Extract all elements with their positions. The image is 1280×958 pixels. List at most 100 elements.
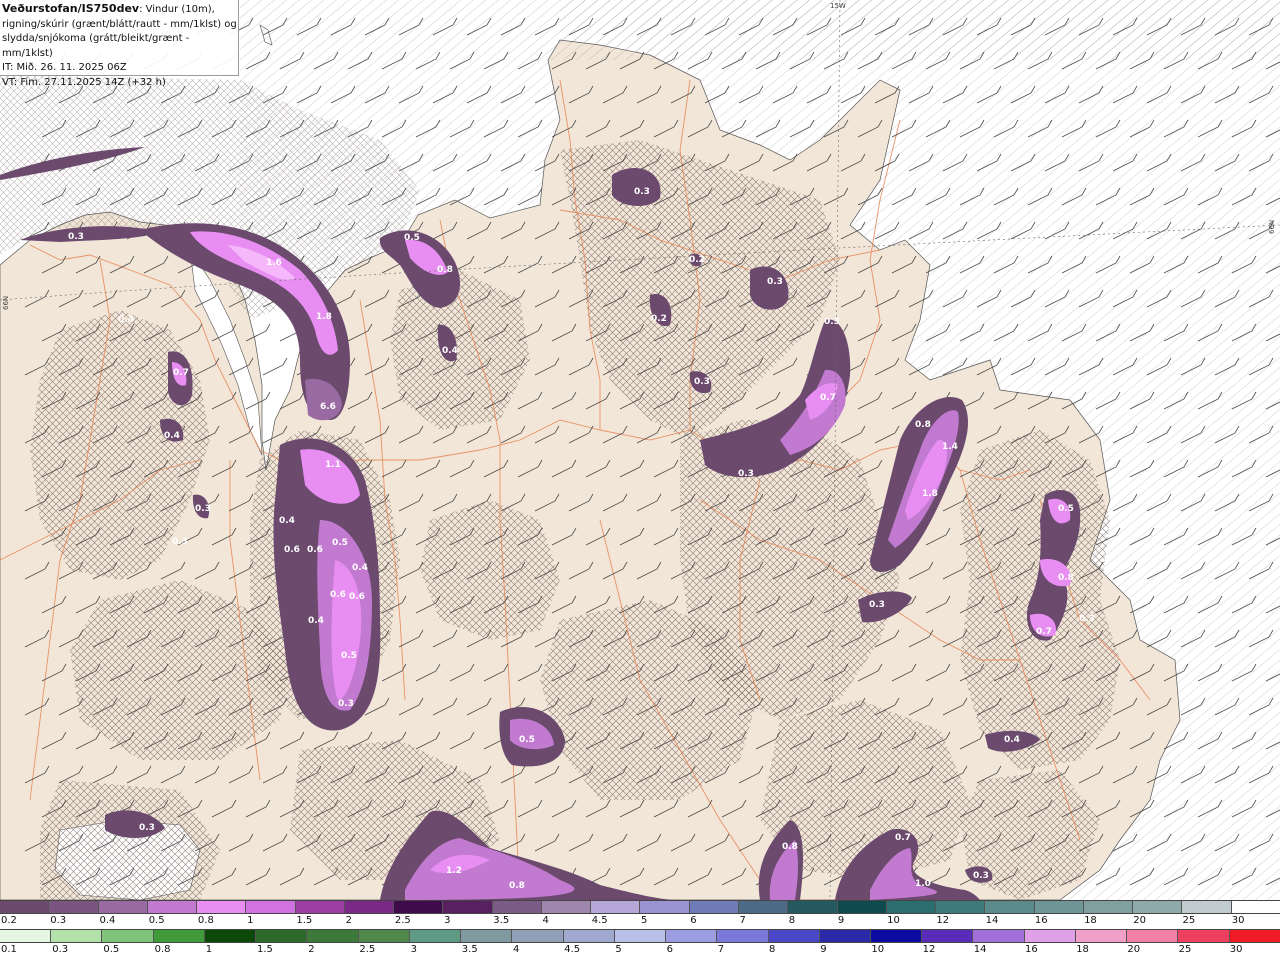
legend-swatch [640,901,690,913]
legend-swatch [344,901,395,913]
info-line-1-rest: : Vindur (10m), [139,4,215,15]
precip-label: 1.0 [915,879,931,889]
legend-label: 9 [820,944,827,955]
legend-label: 0.4 [99,915,116,926]
info-line-4: IT: Mið. 26. 11. 2025 06Z [2,62,127,73]
precip-label: 0.7 [1036,627,1052,637]
legend-swatch [738,901,789,913]
precip-label: 0.3 [338,699,354,709]
precip-label: 0.4 [1004,735,1020,745]
legend-label: 16 [1025,944,1038,955]
precip-label: 0.4 [279,516,295,526]
legend-label: 18 [1076,944,1089,955]
precip-label: 0.8 [915,420,931,430]
legend-swatch [0,901,50,913]
legend-label: 5 [615,944,622,955]
legend-label: 14 [985,915,999,926]
legend-label: 3.5 [461,944,478,955]
legend-swatch [307,930,359,942]
precip-label: 0.3 [767,277,783,287]
precip-label: 0.3 [694,377,710,387]
precip-label: 0.6 [349,592,365,602]
legend-label: 4 [513,944,520,955]
precip-label: 0.3 [634,187,650,197]
legend-swatch [1075,930,1128,942]
legend-swatch [1133,901,1183,913]
precip-label: 0.5 [1058,504,1074,514]
legend-swatch [922,930,974,942]
legend-label: 10 [871,944,885,955]
precip-label: 0.4 [118,315,134,325]
legend-label: 0.8 [154,944,171,955]
precip-label: 0.7 [173,368,189,378]
legend-swatch [819,930,871,942]
precip-label: 0.3 [139,823,155,833]
legend-snow-labels: 0.1 0.3 0.5 0.8 1 1.5 2 2.5 3 3.5 4 4.5 5 6 7 8 9 10 12 14 1… [0,943,1280,957]
legend-label: 3 [444,915,451,926]
precip-label: 0.3 [824,317,840,327]
legend-swatch [1229,930,1280,942]
legend-swatch [886,901,937,913]
legend-swatch [295,901,345,913]
precip-label: 0.8 [1058,573,1074,583]
legend-label: 5 [641,915,648,926]
legend-label: 1 [247,915,254,926]
legend-swatch [614,930,667,942]
map-info-box: Veðurstofan/IS750dev: Vindur (10m), rign… [0,0,239,88]
grid-label-right: 66N [1268,220,1276,234]
legend-label: 10 [887,915,900,926]
precip-label: 1.8 [922,489,938,499]
legend-label: 12 [936,915,950,926]
legend-swatch [973,930,1025,942]
info-line-5: VT: Fim. 27.11.2025 14Z (+32 h) [2,76,166,88]
legend-swatch [666,930,718,942]
legend-swatch [1182,901,1232,913]
precip-label: 0.6 [284,545,300,555]
info-line-3: slydda/snjókoma (grátt/bleikt/grænt - mm… [2,33,190,59]
precip-label: 0.3 [869,600,885,610]
precip-label: 0.8 [782,842,798,852]
precip-label: 0.2 [651,314,667,324]
legend-swatch [1127,930,1179,942]
legend-swatch [512,930,564,942]
legend-swatch [492,901,542,913]
legend-swatch [563,930,615,942]
legend-label: 0.5 [148,915,165,926]
legend-swatch [51,930,103,942]
info-line-1: Veðurstofan/IS750dev: Vindur (10m), [2,2,238,18]
legend-label: 8 [769,944,776,955]
precip-label: 1.4 [942,442,958,452]
precip-label: 0.6 [307,545,323,555]
precip-label: 0.4 [268,316,284,326]
legend-swatch [443,901,493,913]
precip-label: 6.6 [320,402,336,412]
precip-label: 0.3 [195,504,211,514]
legend-label: 7 [739,915,746,926]
legend-rain-labels: 0.2 0.3 0.4 0.5 0.8 1 1.5 2 2.5 3 3.5 4 4.5 5 6 7 8 9 10 12… [0,914,1280,928]
legend-label: 25 [1178,944,1192,955]
precip-label: 0.4 [308,616,324,626]
legend-label: 4.5 [564,944,581,955]
legend-swatch [870,930,923,942]
source-title: Veðurstofan/IS750dev [2,2,140,15]
precip-label: 1.8 [316,312,332,322]
legend-swatch [256,930,308,942]
legend-label: 30 [1231,915,1245,926]
legend-swatch [985,901,1035,913]
legend-swatch [147,901,198,913]
precip-label: 0.7 [895,833,911,843]
precip-label: 0.5 [404,233,420,243]
info-line-2: rigning/skúrir (grænt/blátt/rautt - mm/1… [2,18,237,30]
legend-label: 2 [345,915,352,926]
precip-label: 0.5 [519,735,535,745]
legend-label: 20 [1133,915,1147,926]
weather-map: 15W 66N 66N 0.3 1.6 1.8 0.4 0.4 6.6 0.7 … [0,0,1280,900]
legend-label: 8 [788,915,796,926]
legend-swatch [936,901,986,913]
legend-swatch [409,930,462,942]
precip-label: 0.7 [820,393,836,403]
legend-swatch [837,901,887,913]
legend-swatch [768,930,820,942]
precip-label: 1.1 [325,460,341,470]
legend-label: 6 [690,915,697,926]
